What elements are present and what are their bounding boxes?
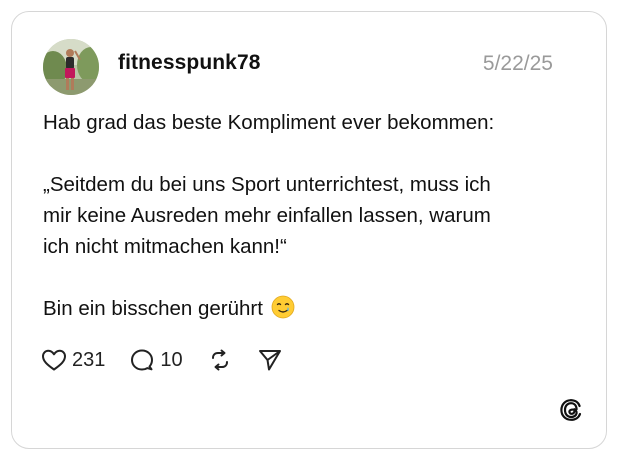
- post-body: Hab grad das beste Kompliment ever bekom…: [43, 107, 563, 328]
- heart-icon: [42, 349, 66, 371]
- action-bar: 231 10: [41, 346, 307, 374]
- quote-line: mir keine Ausreden mehr einfallen lassen…: [43, 204, 491, 227]
- share-button[interactable]: [257, 348, 283, 372]
- reply-count: 10: [160, 348, 183, 371]
- quote-line: „Seitdem du bei uns Sport unterrichtest,…: [43, 173, 491, 196]
- send-icon: [258, 350, 281, 371]
- closing-line: Bin ein bisschen gerührt: [43, 293, 563, 328]
- post-text-line: Hab grad das beste Kompliment ever bekom…: [43, 111, 495, 134]
- smiling-face-with-tear-emoji: [271, 295, 295, 328]
- reply-button[interactable]: 10: [129, 348, 183, 372]
- post-date: 5/22/25: [482, 52, 553, 75]
- repost-icon: [211, 349, 228, 371]
- post-card: fitnesspunk78 5/22/25 Hab grad das beste…: [11, 11, 607, 449]
- like-count: 231: [72, 348, 106, 371]
- username[interactable]: fitnesspunk78: [118, 51, 261, 75]
- closing-text: Bin ein bisschen gerührt: [43, 297, 263, 320]
- quote-line: ich nicht mitmachen kann!“: [43, 235, 287, 258]
- threads-logo-icon[interactable]: [559, 398, 583, 422]
- avatar-photo-icon: [43, 39, 99, 95]
- comment-icon: [131, 349, 154, 371]
- like-button[interactable]: 231: [41, 348, 105, 372]
- repost-button[interactable]: [207, 348, 233, 372]
- user-avatar[interactable]: [43, 39, 99, 95]
